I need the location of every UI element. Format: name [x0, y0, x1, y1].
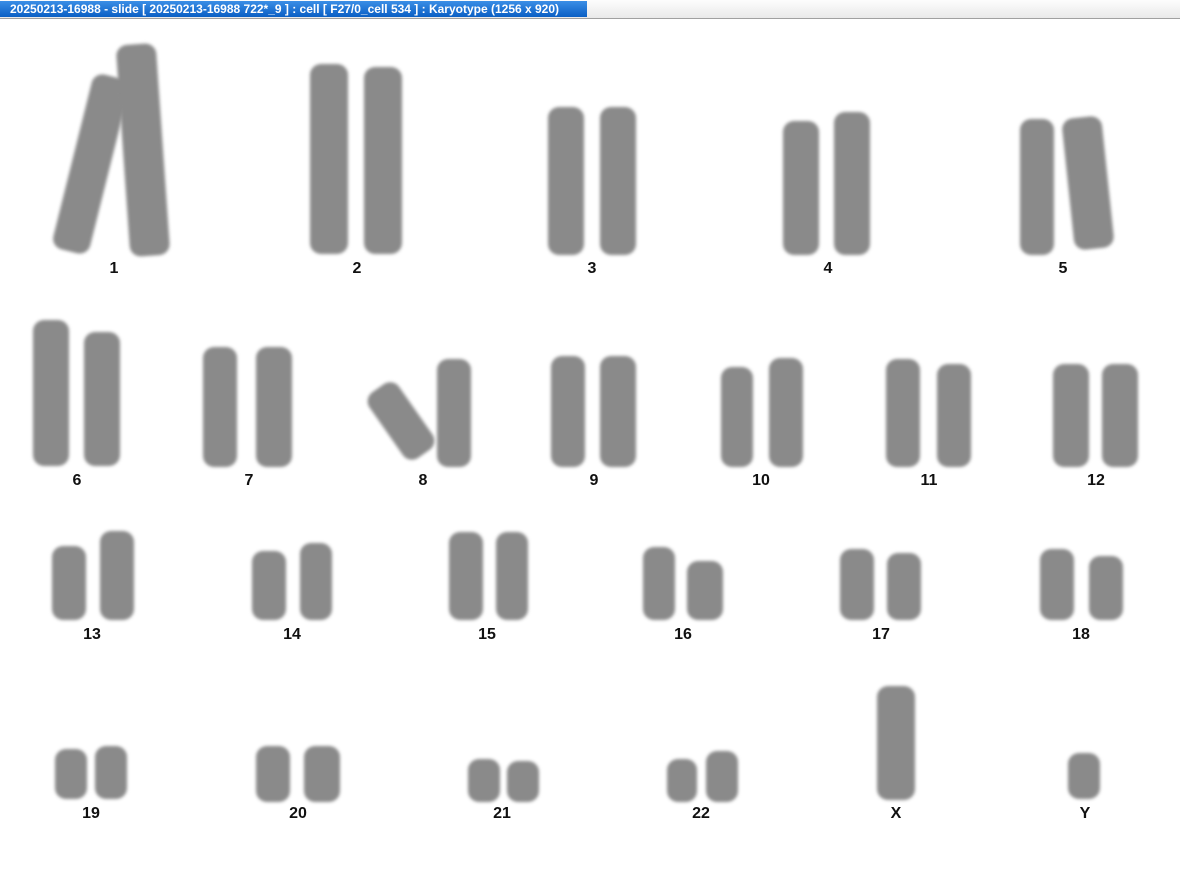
chromosome	[256, 746, 290, 802]
chromosome	[548, 107, 584, 255]
chromosome-label: 6	[72, 472, 82, 489]
chromosome-label: 3	[587, 260, 597, 277]
chromosome	[840, 549, 874, 620]
chromosome-label: 4	[823, 260, 833, 277]
chromosome	[304, 746, 340, 802]
chromosome	[887, 553, 921, 620]
chromosome-label: 5	[1058, 260, 1068, 277]
chromosome-label: 2	[352, 260, 362, 277]
chromosome	[364, 67, 402, 254]
chromosome-label: 21	[493, 805, 511, 822]
chromosome-label: 8	[418, 472, 428, 489]
chromosome-label: 17	[872, 626, 890, 643]
chromosome	[52, 546, 86, 620]
chromosome-label: 1	[109, 260, 119, 277]
window-title: 20250213-16988 - slide [ 20250213-16988 …	[0, 1, 587, 17]
chromosome	[886, 359, 920, 467]
chromosome	[363, 377, 439, 465]
chromosome	[496, 532, 528, 620]
chromosome-label: Y	[1079, 805, 1091, 822]
chromosome-label: 11	[920, 472, 938, 489]
chromosome	[1102, 364, 1138, 467]
chromosome	[551, 356, 585, 467]
chromosome	[706, 751, 738, 802]
chromosome	[721, 367, 753, 467]
chromosome	[1053, 364, 1089, 467]
chromosome	[449, 532, 483, 620]
chromosome	[507, 761, 539, 802]
chromosome-label: 22	[692, 805, 710, 822]
chromosome	[667, 759, 697, 802]
chromosome	[100, 531, 134, 620]
chromosome-label: 15	[478, 626, 496, 643]
chromosome-label: 19	[82, 805, 100, 822]
karyotype-view: 1 2 3 4 5 6 7 8 9 10 11 12 13 14 15 16 1…	[0, 19, 1180, 880]
chromosome	[256, 347, 292, 467]
chromosome-label: 10	[752, 472, 770, 489]
chromosome-label: 16	[674, 626, 692, 643]
chromosome-label: 14	[283, 626, 301, 643]
chromosome	[1068, 753, 1100, 799]
chromosome	[310, 64, 348, 254]
chromosome-label: 9	[589, 472, 599, 489]
chromosome-label: 12	[1087, 472, 1105, 489]
chromosome	[783, 121, 819, 255]
chromosome	[1020, 119, 1054, 255]
chromosome	[1040, 549, 1074, 620]
chromosome	[877, 686, 915, 800]
window-title-bar: 20250213-16988 - slide [ 20250213-16988 …	[0, 0, 1180, 19]
chromosome	[33, 320, 69, 466]
chromosome	[600, 356, 636, 467]
chromosome	[300, 543, 332, 620]
chromosome	[115, 42, 171, 258]
chromosome	[1061, 115, 1115, 251]
chromosome-label: 18	[1072, 626, 1090, 643]
chromosome	[95, 746, 127, 799]
chromosome	[834, 112, 870, 255]
chromosome	[252, 551, 286, 620]
chromosome	[937, 364, 971, 467]
chromosome	[769, 358, 803, 467]
chromosome	[437, 359, 471, 467]
chromosome-label: 20	[289, 805, 307, 822]
chromosome-label: X	[890, 805, 902, 822]
chromosome	[600, 107, 636, 255]
chromosome	[643, 547, 675, 620]
chromosome	[84, 332, 120, 466]
chromosome	[203, 347, 237, 467]
chromosome-label: 13	[83, 626, 101, 643]
chromosome	[1089, 556, 1123, 620]
chromosome	[687, 561, 723, 620]
chromosome	[468, 759, 500, 802]
chromosome	[55, 749, 87, 799]
chromosome-label: 7	[244, 472, 254, 489]
